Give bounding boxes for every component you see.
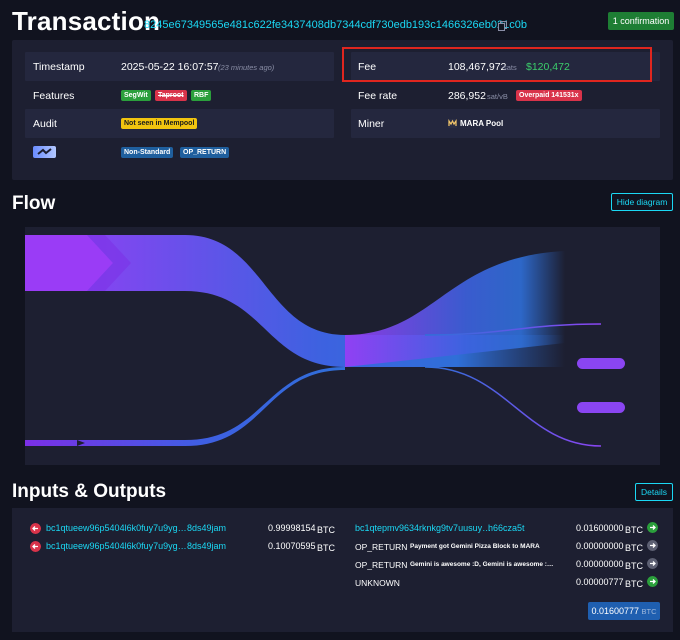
flow-svg [25,235,625,447]
input-amount-2: 0.10070595 [268,541,316,551]
output-unit-1: BTC [625,525,643,535]
flow-output-opreturn-1[interactable] [577,358,625,369]
output-arrow-icon[interactable] [647,540,658,551]
overpaid-badge: Overpaid 141531x [516,90,582,101]
flow-title: Flow [12,193,56,214]
output-opreturn-data-2: Payment got Gemini Pizza Block to MARA [410,543,540,550]
page-title: Transaction [12,6,161,36]
fee-rate-unit: sat/vB [487,92,508,101]
output-unit-3: BTC [625,561,643,571]
output-amount-3: 0.00000000 [576,559,624,569]
input-unit-2: BTC [317,543,335,553]
input-arrow-icon[interactable] [30,523,41,534]
output-address-end-1[interactable]: h66cza5t [488,523,525,533]
txid-link[interactable]: 8245e67349565e481c622fe3437408db7344cdf7… [144,19,527,31]
flow-input-band-2[interactable] [25,367,345,446]
miner-label: Miner [358,118,385,130]
output-label-4: UNKNOWN [355,578,400,588]
output-unit-4: BTC [625,579,643,589]
output-opreturn-data-3: Gemini is awesome :D, Gemini is awesome … [410,561,554,568]
output-amount-1: 0.01600000 [576,523,624,533]
output-arrow-icon[interactable] [647,576,658,587]
feature-segwit-badge[interactable]: SegWit [121,90,151,101]
audit-badge: Not seen in Mempool [121,118,198,129]
fee-highlight-box [342,47,652,82]
total-output-badge: 0.01600777 BTC [588,602,660,620]
input-address-end-1[interactable]: 8ds49jam [187,523,226,533]
miner-row [351,109,660,138]
output-amount-2: 0.00000000 [576,541,624,551]
input-unit-1: BTC [317,525,335,535]
flow-output-opreturn-2[interactable] [577,402,625,413]
feature-rbf-badge[interactable]: RBF [191,90,212,101]
input-address-end-2[interactable]: 8ds49jam [187,541,226,551]
fee-rate-label: Fee rate [358,90,398,102]
tag-op-return-badge[interactable]: OP_RETURN [180,147,230,158]
output-arrow-icon[interactable] [647,522,658,533]
confirmation-badge: 1 confirmation [608,12,674,30]
output-arrow-icon[interactable] [647,558,658,569]
input-address-1[interactable]: bc1qtueew96p5404l6k0fuy7u9yg… [46,523,187,533]
input-amount-1: 0.99998154 [268,523,316,533]
timestamp-value: 2025-05-22 16:07:57 [121,61,219,73]
miner-value[interactable]: MARA Pool [460,119,503,128]
total-output-value: 0.01600777 [591,606,640,616]
flow-output-line-4[interactable] [424,366,602,447]
output-label-3: OP_RETURN [355,560,408,570]
tag-non-standard-badge[interactable]: Non-Standard [121,147,174,158]
total-output-unit: BTC [641,607,657,616]
audit-label: Audit [33,118,57,130]
copy-icon[interactable] [498,21,507,31]
output-amount-4: 0.00000777 [576,577,624,587]
features-label: Features [33,90,75,102]
output-address-1[interactable]: bc1qtepmv9634rknkg9tv7uusuy… [355,523,491,533]
input-address-2[interactable]: bc1qtueew96p5404l6k0fuy7u9yg… [46,541,187,551]
timestamp-label: Timestamp [33,61,85,73]
output-label-2: OP_RETURN [355,542,408,552]
details-button[interactable]: Details [635,483,673,501]
timestamp-ago: (23 minutes ago) [218,63,275,72]
feature-taproot-badge[interactable]: Taproot [155,90,187,101]
io-title: Inputs & Outputs [12,481,167,502]
lightning-rainbow-icon [33,146,56,158]
mara-logo [448,119,457,128]
input-arrow-icon[interactable] [30,541,41,552]
flow-diagram [25,227,660,465]
output-unit-2: BTC [625,543,643,553]
fee-rate-value: 286,952 [448,90,486,102]
hide-diagram-button[interactable]: Hide diagram [611,193,673,211]
